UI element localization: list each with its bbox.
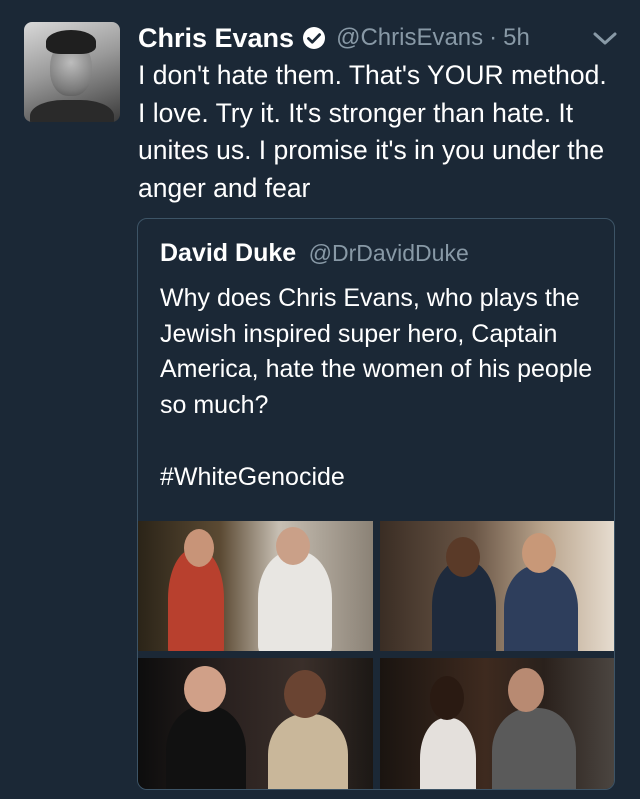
avatar-shirt <box>30 100 114 122</box>
photo-figure-head <box>184 666 226 712</box>
author-handle[interactable]: @ChrisEvans <box>336 24 483 52</box>
tweet-text: I don't hate them. That's YOUR method. I… <box>138 60 607 203</box>
media-photo-3[interactable] <box>138 658 373 789</box>
author-name[interactable]: Chris Evans <box>138 23 294 54</box>
photo-figure <box>504 565 578 651</box>
photo-figure <box>258 551 332 651</box>
quoted-tweet[interactable]: David Duke @DrDavidDuke Why does Chris E… <box>137 218 615 790</box>
photo-figure <box>268 714 348 789</box>
photo-figure-head <box>508 668 544 712</box>
quoted-author-handle[interactable]: @DrDavidDuke <box>309 240 469 266</box>
tweet-card[interactable]: Chris Evans @ChrisEvans · 5h I don't hat… <box>0 0 640 799</box>
media-photo-2[interactable] <box>380 521 614 651</box>
tweet-header: Chris Evans @ChrisEvans · 5h <box>138 20 530 56</box>
photo-figure-head <box>184 529 214 567</box>
photo-figure-head <box>284 670 326 718</box>
photo-figure-head <box>446 537 480 577</box>
hashtag-link[interactable]: #WhiteGenocide <box>160 463 345 492</box>
media-grid <box>138 521 614 789</box>
tweet-timestamp[interactable]: 5h <box>503 24 530 52</box>
photo-figure <box>492 708 576 789</box>
chevron-down-icon[interactable] <box>592 30 618 48</box>
photo-figure-head <box>276 527 310 565</box>
photo-figure <box>420 718 476 789</box>
photo-figure-head <box>430 676 464 720</box>
quoted-tweet-text: Why does Chris Evans, who plays the Jewi… <box>160 284 593 420</box>
media-photo-1[interactable] <box>138 521 373 651</box>
media-photo-4[interactable] <box>380 658 614 789</box>
author-avatar[interactable] <box>24 22 120 122</box>
verified-badge-icon <box>302 26 326 50</box>
quoted-tweet-header: David Duke @DrDavidDuke <box>160 239 469 268</box>
meta-separator: · <box>489 24 498 51</box>
quoted-author-name[interactable]: David Duke <box>160 239 296 267</box>
avatar-hair <box>46 30 96 54</box>
photo-figure-head <box>522 533 556 573</box>
photo-figure <box>166 706 246 789</box>
